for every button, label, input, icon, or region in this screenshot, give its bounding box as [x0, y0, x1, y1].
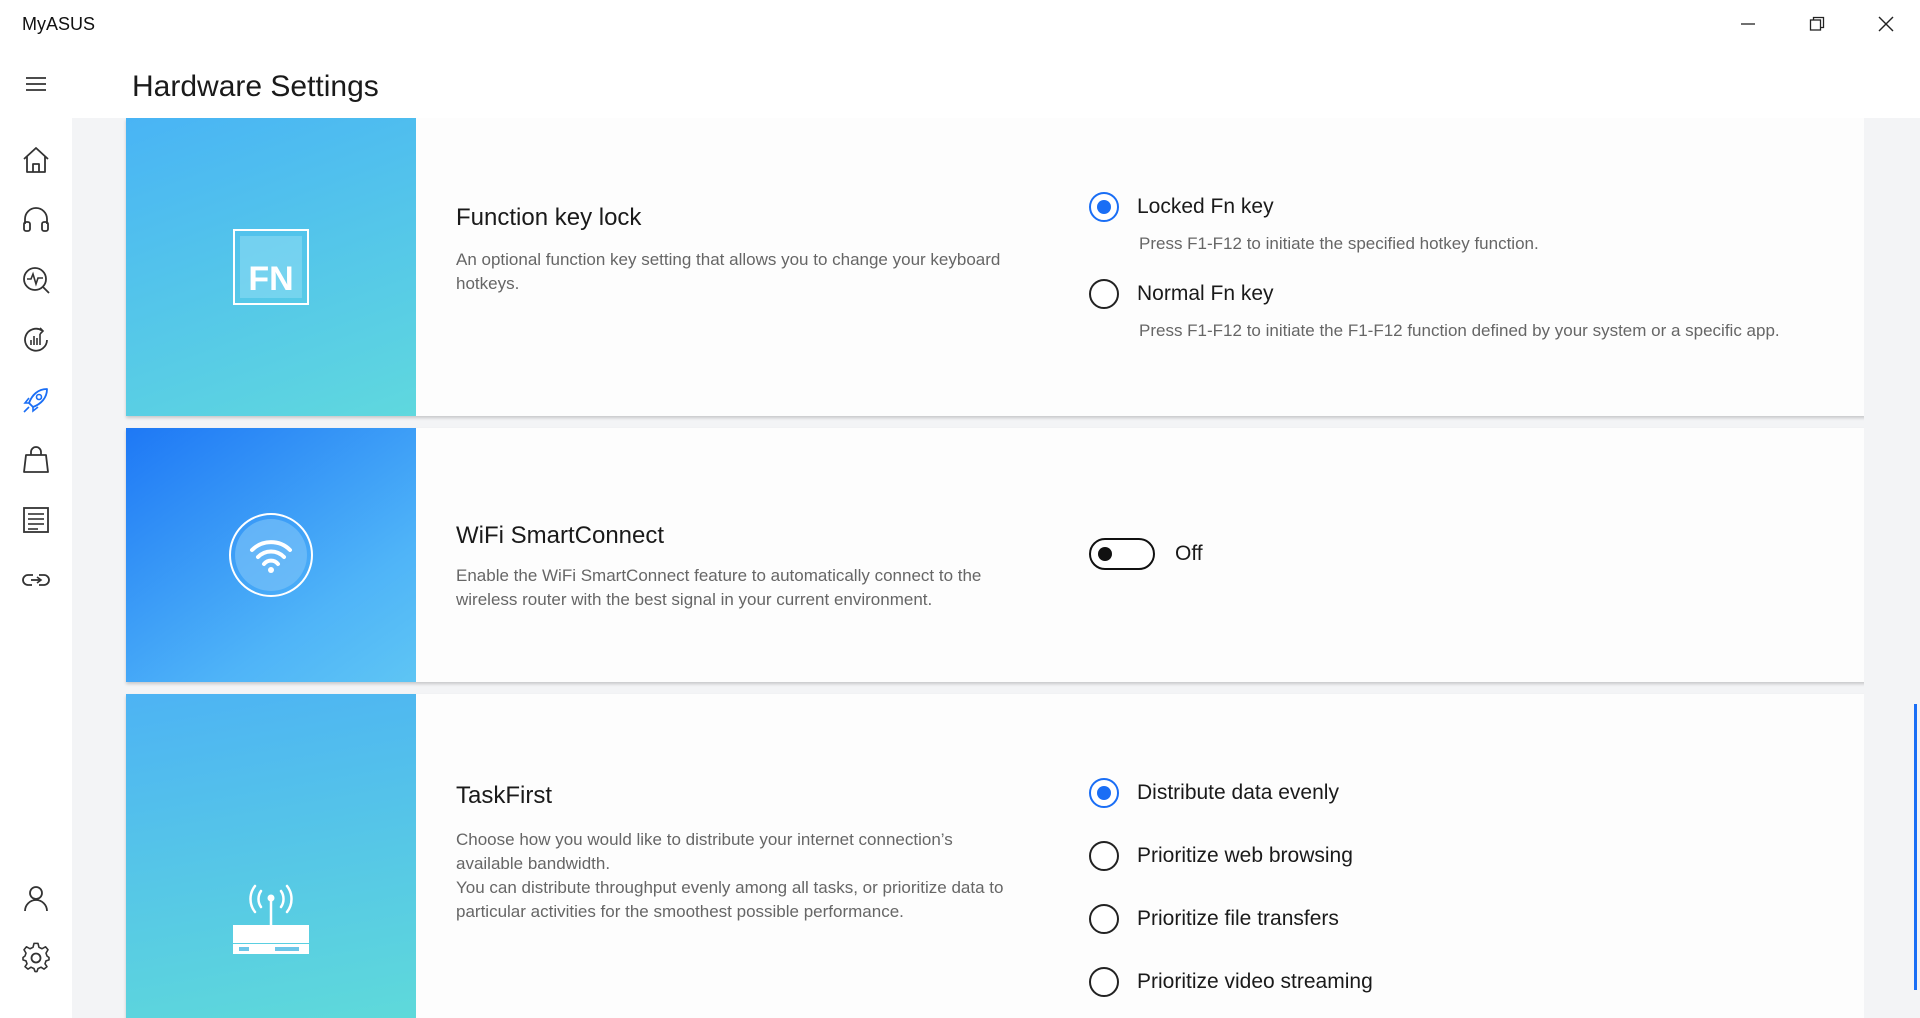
sidebar-item-account[interactable] [18, 880, 54, 916]
taskfirst-hero [126, 694, 416, 1018]
close-icon [1878, 16, 1893, 32]
menu-button[interactable] [18, 66, 54, 102]
function-key-lock-description: An optional function key setting that al… [456, 250, 1001, 293]
diagnostics-icon [23, 267, 50, 294]
distribute-data-evenly-option[interactable]: Distribute data evenly [1089, 778, 1339, 808]
distribute-data-evenly-label: Distribute data evenly [1137, 781, 1339, 804]
locked-fn-key-label: Locked Fn key [1137, 195, 1274, 218]
page-title: Hardware Settings [132, 70, 379, 103]
prioritize-file-transfers-option[interactable]: Prioritize file transfers [1089, 904, 1339, 934]
rocket-icon [23, 388, 48, 413]
title-bar: MyASUS [0, 0, 1920, 48]
taskfirst-description: Choose how you would like to distribute … [456, 830, 953, 873]
prioritize-web-browsing-option[interactable]: Prioritize web browsing [1089, 841, 1353, 871]
normal-fn-key-option[interactable]: Normal Fn key [1089, 279, 1274, 309]
sidebar-item-settings[interactable] [18, 940, 54, 976]
sidebar-item-store[interactable] [18, 442, 54, 478]
prioritize-file-transfers-radio[interactable] [1089, 904, 1119, 934]
locked-fn-key-description: Press F1-F12 to initiate the specified h… [1139, 234, 1539, 253]
normal-fn-key-description: Press F1-F12 to initiate the F1-F12 func… [1139, 321, 1780, 340]
settings-content: FN Function key lock An optional functio… [72, 118, 1920, 1018]
sidebar-item-system-update[interactable] [18, 322, 54, 358]
wifi-hero [126, 428, 416, 682]
home-icon [23, 147, 49, 173]
prioritize-web-browsing-radio[interactable] [1089, 841, 1119, 871]
news-icon [23, 507, 49, 533]
scrollbar-thumb[interactable] [1914, 704, 1917, 990]
wifi-smartconnect-card: WiFi SmartConnect Enable the WiFi SmartC… [126, 428, 1868, 682]
prioritize-file-transfers-label: Prioritize file transfers [1137, 907, 1339, 930]
function-key-lock-card: FN Function key lock An optional functio… [126, 118, 1868, 416]
router-icon [233, 884, 309, 954]
page-header: Hardware Settings [72, 48, 1920, 118]
locked-fn-key-option[interactable]: Locked Fn key [1089, 192, 1274, 222]
app-title: MyASUS [22, 13, 96, 34]
taskfirst-title: TaskFirst [456, 782, 552, 809]
wifi-smartconnect-state: Off [1175, 542, 1203, 565]
sidebar-item-home[interactable] [18, 142, 54, 178]
sidebar-item-diagnostics[interactable] [18, 262, 54, 298]
taskfirst-description-detail: You can distribute throughput evenly amo… [456, 878, 1004, 921]
sidebar-item-support[interactable] [18, 202, 54, 238]
distribute-data-evenly-radio[interactable] [1089, 778, 1119, 808]
wifi-icon [229, 513, 313, 597]
vertical-scrollbar[interactable] [1864, 118, 1920, 1018]
fn-key-text: FN [248, 260, 293, 298]
prioritize-video-streaming-option[interactable]: Prioritize video streaming [1089, 967, 1373, 997]
sidebar [0, 48, 72, 1018]
close-button[interactable] [1851, 0, 1920, 48]
function-key-lock-title: Function key lock [456, 204, 642, 231]
normal-fn-key-label: Normal Fn key [1137, 282, 1274, 305]
system-update-icon [24, 327, 48, 352]
prioritize-video-streaming-radio[interactable] [1089, 967, 1119, 997]
taskfirst-card: TaskFirst Choose how you would like to d… [126, 694, 1868, 1018]
toggle-knob [1098, 547, 1112, 561]
restore-icon [1809, 16, 1824, 31]
wifi-smartconnect-description: Enable the WiFi SmartConnect feature to … [456, 566, 982, 609]
prioritize-web-browsing-label: Prioritize web browsing [1137, 844, 1353, 867]
normal-fn-key-radio[interactable] [1089, 279, 1119, 309]
locked-fn-key-radio[interactable] [1089, 192, 1119, 222]
store-bag-icon [23, 446, 49, 473]
minimize-icon [1740, 23, 1755, 25]
user-icon [24, 886, 48, 912]
link-icon [22, 574, 50, 586]
window-controls [1713, 0, 1920, 48]
sidebar-item-customization[interactable] [18, 382, 54, 418]
minimize-button[interactable] [1713, 0, 1782, 48]
function-key-hero: FN [126, 118, 416, 416]
sidebar-item-news[interactable] [18, 502, 54, 538]
headset-icon [23, 207, 49, 232]
gear-icon [22, 942, 50, 973]
wifi-smartconnect-title: WiFi SmartConnect [456, 522, 665, 549]
wifi-smartconnect-toggle[interactable] [1089, 538, 1155, 570]
fn-key-icon: FN [233, 229, 309, 305]
prioritize-video-streaming-label: Prioritize video streaming [1137, 970, 1373, 993]
restore-button[interactable] [1782, 0, 1851, 48]
sidebar-item-link-to-mydevice[interactable] [18, 562, 54, 598]
menu-icon [26, 77, 46, 91]
